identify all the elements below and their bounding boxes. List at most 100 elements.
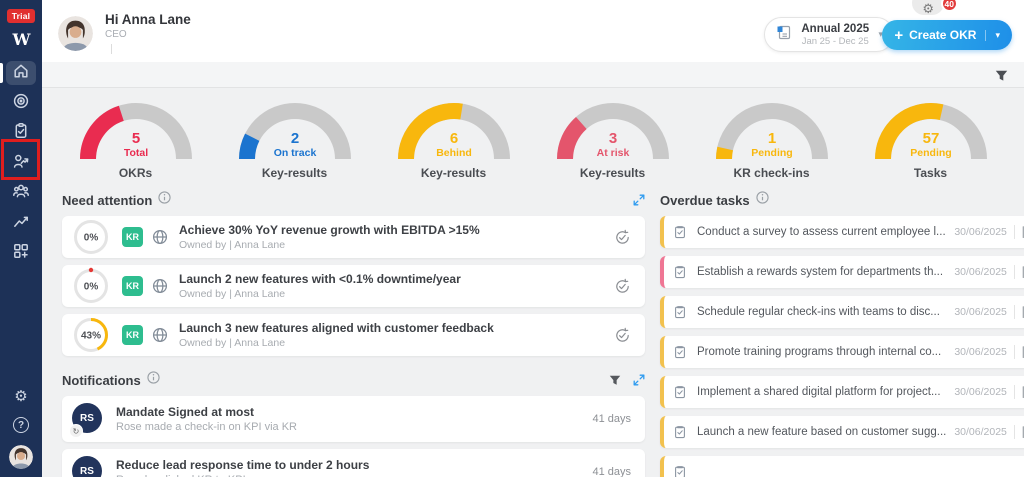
content-area: 5 Total OKRs 2 On track Key-results 6 Be… <box>42 62 1024 477</box>
grid-plus-icon <box>12 242 30 265</box>
overdue-tasks-list: Conduct a survey to assess current emplo… <box>660 216 1024 477</box>
check-in-badge-icon: ↻ <box>69 424 83 438</box>
check-in-icon[interactable] <box>614 229 631 246</box>
team-icon <box>12 182 30 205</box>
item-text: Achieve 30% YoY revenue growth with EBIT… <box>179 223 604 251</box>
notification-title: Reduce lead response time to under 2 hou… <box>116 458 370 472</box>
notifications-title: Notifications <box>62 372 141 388</box>
task-due-date: 30/06/2025 <box>954 426 1007 438</box>
overdue-task-item[interactable]: Implement a shared digital platform for … <box>660 376 1024 408</box>
create-okr-dropdown-icon[interactable]: ▾ <box>985 29 1000 41</box>
svg-text:43%: 43% <box>81 331 101 342</box>
info-icon[interactable] <box>158 191 171 209</box>
progress-ring: 43% <box>72 316 110 354</box>
svg-text:0%: 0% <box>84 233 99 244</box>
notifications-header: Notifications <box>62 369 645 391</box>
need-attention-item[interactable]: 43% KR Launch 3 new features aligned wit… <box>62 314 645 356</box>
overdue-task-item[interactable]: Launch a new feature based on customer s… <box>660 416 1024 448</box>
sidebar-item-checkins[interactable] <box>6 121 36 145</box>
svg-text:Total: Total <box>123 147 147 159</box>
progress-ring: 0% <box>72 267 110 305</box>
notification-age: 41 days <box>592 413 631 425</box>
overdue-task-item[interactable]: Schedule regular check-ins with teams to… <box>660 296 1024 328</box>
info-icon[interactable] <box>755 191 769 209</box>
gauge-widget[interactable]: 2 On track Key-results <box>220 101 370 180</box>
task-title: Implement a shared digital platform for … <box>697 386 941 398</box>
settings-gear-icon[interactable]: ⚙ <box>14 389 27 404</box>
item-owner: Owned by | Anna Lane <box>179 337 286 349</box>
item-title: Launch 2 new features with <0.1% downtim… <box>179 272 461 286</box>
sidebar-profile-avatar[interactable] <box>9 445 33 469</box>
sidebar-item-reports[interactable] <box>6 211 36 235</box>
user-avatar[interactable] <box>58 15 93 51</box>
overdue-task-item[interactable]: Establish a rewards system for departmen… <box>660 256 1024 288</box>
sidebar-item-home[interactable] <box>0 61 36 85</box>
divider <box>1013 265 1015 279</box>
gear-icon: ⚙ <box>922 1 934 16</box>
dashboard-app: Trial W ⚙ ? Hi Anna Lane CEO ⚙ 40 Annual… <box>0 0 1024 477</box>
need-attention-item[interactable]: 0% KR Launch 2 new features with <0.1% d… <box>62 265 645 307</box>
notification-item[interactable]: RS ↻ Mandate Signed at most Rose made a … <box>62 396 645 442</box>
kr-badge: KR <box>122 325 143 345</box>
gauge-widget[interactable]: 5 Total OKRs <box>61 101 211 180</box>
gauge-label: KR check-ins <box>733 166 810 180</box>
task-due-date: 30/06/2025 <box>954 306 1007 318</box>
notification-avatar: RS ↻ <box>72 456 104 477</box>
create-okr-label: Create OKR <box>909 28 977 42</box>
need-attention-item[interactable]: 0% KR Achieve 30% YoY revenue growth wit… <box>62 216 645 258</box>
divider <box>1013 385 1015 399</box>
home-icon <box>12 62 30 85</box>
plus-icon: + <box>894 26 904 44</box>
gauge-widget[interactable]: 6 Behind Key-results <box>379 101 529 180</box>
task-due-date: 30/06/2025 <box>954 266 1007 278</box>
gauge-widget[interactable]: 1 Pending KR check-ins <box>697 101 847 180</box>
notification-item[interactable]: RS ↻ Reduce lead response time to under … <box>62 449 645 477</box>
overdue-task-item[interactable] <box>660 456 1024 477</box>
create-okr-button[interactable]: + Create OKR ▾ <box>882 20 1012 50</box>
gauge-label: Key-results <box>579 166 646 180</box>
svg-text:At risk: At risk <box>596 147 629 159</box>
progress-ring: 0% <box>72 218 110 256</box>
expand-icon[interactable] <box>633 194 645 206</box>
period-selector[interactable]: Annual 2025 Jan 25 - Dec 25 ▾ <box>764 17 894 52</box>
task-title: Promote training programs through intern… <box>697 346 942 358</box>
task-clipboard-icon <box>673 305 687 319</box>
gauge-widget[interactable]: 3 At risk Key-results <box>538 101 688 180</box>
help-icon[interactable]: ? <box>13 417 29 433</box>
task-clipboard-icon <box>673 465 687 477</box>
check-in-icon[interactable] <box>614 327 631 344</box>
svg-text:6: 6 <box>449 130 457 147</box>
user-block: Hi Anna Lane CEO <box>58 12 191 54</box>
filter-icon[interactable] <box>995 69 1008 87</box>
columns: Need attention 0% KR Achieve 30% YoY rev… <box>42 180 1024 477</box>
kr-badge: KR <box>122 276 143 296</box>
sidebar-item-okrs[interactable] <box>6 91 36 115</box>
period-label: Annual 2025 <box>801 22 870 35</box>
globe-icon <box>152 327 168 343</box>
task-title: Launch a new feature based on customer s… <box>697 426 947 438</box>
overdue-task-item[interactable]: Conduct a survey to assess current emplo… <box>660 216 1024 248</box>
item-owner: Owned by | Anna Lane <box>179 239 286 251</box>
check-in-icon[interactable] <box>614 278 631 295</box>
globe-icon <box>152 278 168 294</box>
overdue-task-item[interactable]: Promote training programs through intern… <box>660 336 1024 368</box>
sidebar-item-apps[interactable] <box>6 241 36 265</box>
info-icon[interactable] <box>147 371 160 389</box>
sidebar-item-personal-progress[interactable] <box>6 151 36 175</box>
filter-icon[interactable] <box>609 375 621 386</box>
globe-icon <box>152 229 168 245</box>
notifications-count-badge[interactable]: 40 <box>940 0 958 12</box>
item-text: Launch 3 new features aligned with custo… <box>179 321 604 349</box>
user-text: Hi Anna Lane CEO <box>105 12 191 54</box>
top-settings-pill[interactable]: ⚙ 40 <box>912 0 958 16</box>
item-title: Launch 3 new features aligned with custo… <box>179 321 494 335</box>
gauge-widget[interactable]: 57 Pending Tasks <box>856 101 1006 180</box>
sidebar-item-team[interactable] <box>6 181 36 205</box>
header: Hi Anna Lane CEO ⚙ 40 Annual 2025 Jan 25… <box>42 0 1024 62</box>
task-clipboard-icon <box>673 265 687 279</box>
svg-text:2: 2 <box>290 130 298 147</box>
task-title: Conduct a survey to assess current emplo… <box>697 226 946 238</box>
expand-icon[interactable] <box>633 374 645 386</box>
gauge-label: OKRs <box>118 166 153 180</box>
divider <box>1013 425 1015 439</box>
